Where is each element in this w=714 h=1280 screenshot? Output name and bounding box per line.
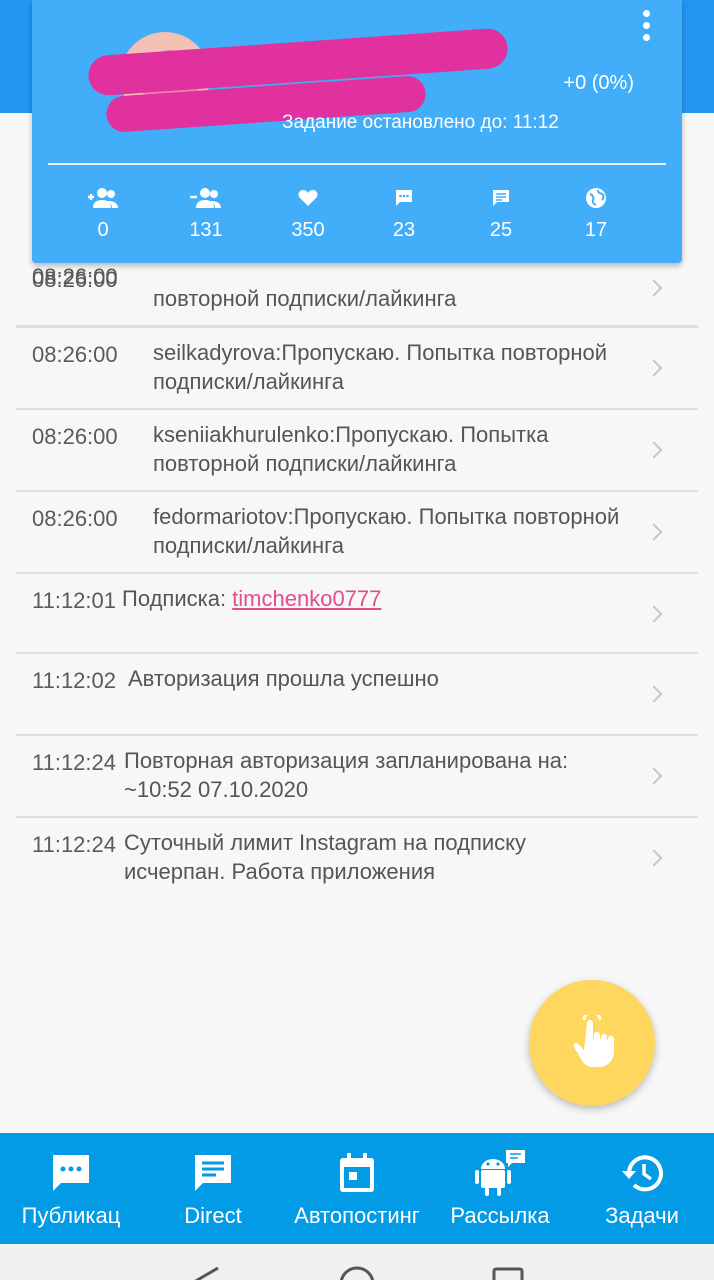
system-navigation-bar <box>0 1244 714 1280</box>
stats-delta: +0 (0%) <box>563 72 634 94</box>
start-task-button[interactable] <box>529 980 655 1106</box>
divider <box>48 163 666 165</box>
chevron-right-icon <box>645 849 663 867</box>
log-message: fedormariotov:Пропускаю. Попытка повторн… <box>153 504 620 558</box>
nav-label: Рассылка <box>450 1203 550 1228</box>
nav-label: Автопостинг <box>294 1203 420 1228</box>
stat-comments[interactable]: 23 <box>359 185 449 242</box>
task-status: Задание остановлено до: 11:12 <box>282 112 559 133</box>
log-message: seilkadyrova:Пропускаю. Попытка повторно… <box>153 340 608 394</box>
nav-label: Публикац <box>21 1203 121 1228</box>
nav-mailing[interactable]: Рассылка <box>430 1133 570 1244</box>
stat-value: 0 <box>97 219 109 241</box>
nav-label: Задачи <box>605 1203 679 1228</box>
log-message: Суточный лимит Instagram на подписку исч… <box>124 830 527 884</box>
chevron-right-icon <box>645 767 663 785</box>
log-time: 11:12:01 <box>32 588 117 613</box>
stat-value: 350 <box>291 219 325 241</box>
log-row[interactable]: 11:12:01 Подписка: timchenko0777 <box>16 574 698 654</box>
log-message: Повторная авторизация запланирована на: … <box>124 748 569 802</box>
stat-messages[interactable]: 25 <box>456 185 546 242</box>
log-message: Подписка: timchenko0777 <box>122 584 602 613</box>
log-message-text: Подписка: <box>122 586 233 611</box>
nav-direct[interactable]: Direct <box>142 1133 284 1244</box>
stat-value: 23 <box>392 219 416 241</box>
log-row[interactable]: 08:26:00 повторной подписки/лайкинга <box>16 260 698 328</box>
username-link[interactable]: timchenko0777 <box>232 586 381 611</box>
log-row[interactable]: 11:12:02 Авторизация прошла успешно <box>16 654 698 736</box>
log-row[interactable]: 11:12:24 Повторная авторизация запланиро… <box>16 736 698 818</box>
stat-value: 131 <box>189 219 223 241</box>
chevron-right-icon <box>645 523 663 541</box>
comment-dots-icon <box>359 185 449 211</box>
log-message: повторной подписки/лайкинга <box>153 286 457 311</box>
globe-icon <box>551 185 641 211</box>
more-vert-icon[interactable] <box>640 10 652 44</box>
home-icon[interactable] <box>339 1266 375 1280</box>
account-card[interactable]: +0 (0%) Задание остановлено до: 11:12 0 … <box>32 0 682 263</box>
bottom-navigation: Публикац Direct Автопостинг Рассылка Зад… <box>0 1133 714 1244</box>
log-time: 11:12:24 <box>32 832 117 857</box>
log-row[interactable]: 08:26:00 fedormariotov:Пропускаю. Попытк… <box>16 492 698 574</box>
log-time: 08:26:00 <box>32 342 118 367</box>
log-row[interactable]: 11:12:24 Суточный лимит Instagram на под… <box>16 818 698 898</box>
log-time: 11:12:02 <box>32 668 117 693</box>
calendar-icon <box>284 1149 430 1197</box>
android-chat-icon <box>430 1149 570 1197</box>
chevron-right-icon <box>645 441 663 459</box>
stat-value: 17 <box>584 219 608 241</box>
person-remove-icon <box>161 185 251 211</box>
stat-follows[interactable]: 0 <box>58 185 148 242</box>
chevron-right-icon <box>645 359 663 377</box>
person-add-icon <box>58 185 148 211</box>
nav-label: Direct <box>184 1203 242 1228</box>
chevron-right-icon <box>645 605 663 623</box>
log-time: 11:12:24 <box>32 750 117 775</box>
stat-likes[interactable]: 350 <box>263 185 353 242</box>
heart-icon <box>263 185 353 211</box>
history-icon <box>570 1149 714 1197</box>
stat-visits[interactable]: 17 <box>551 185 641 242</box>
nav-publications[interactable]: Публикац <box>0 1133 142 1244</box>
log-message: kseniiakhurulenko:Пропускаю. Попытка пов… <box>153 422 549 476</box>
log-time: 08:26:00 <box>32 506 118 531</box>
recents-icon[interactable] <box>492 1267 524 1280</box>
log-time: 08:26:00 <box>32 264 118 289</box>
chevron-right-icon <box>645 279 663 297</box>
stat-unfollows[interactable]: 131 <box>161 185 251 242</box>
back-icon[interactable] <box>194 1266 219 1280</box>
message-icon <box>456 185 546 211</box>
log-row[interactable]: 08:26:00 seilkadyrova:Пропускаю. Попытка… <box>16 328 698 410</box>
log-message: Авторизация прошла успешно <box>128 666 439 691</box>
chat-dots-icon <box>0 1149 142 1197</box>
nav-autoposting[interactable]: Автопостинг <box>284 1133 430 1244</box>
chevron-right-icon <box>645 685 663 703</box>
nav-tasks[interactable]: Задачи <box>570 1133 714 1244</box>
stat-value: 25 <box>489 219 513 241</box>
log-time: 08:26:00 <box>32 424 118 449</box>
log-row[interactable]: 08:26:00 kseniiakhurulenko:Пропускаю. По… <box>16 410 698 492</box>
message-icon <box>142 1149 284 1197</box>
tap-hand-icon <box>573 1015 614 1067</box>
